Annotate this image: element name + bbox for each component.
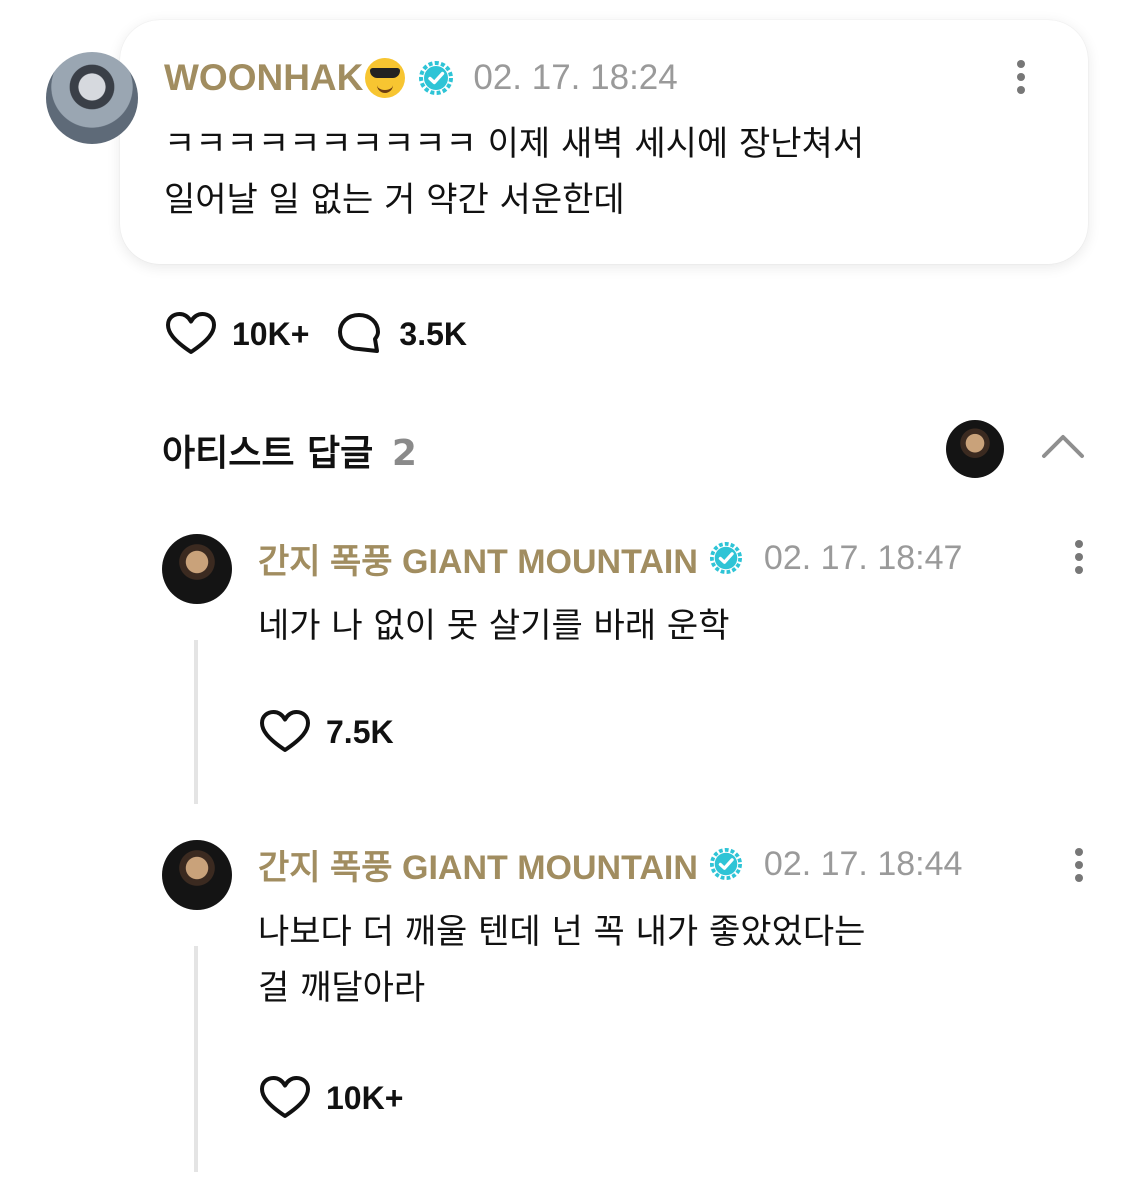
- reply-body-line-2: 걸 깨달아라: [258, 968, 426, 1008]
- reply-avatar[interactable]: [162, 840, 232, 910]
- reply-more-menu-icon[interactable]: [1074, 540, 1084, 579]
- like-heart-icon[interactable]: [258, 1074, 312, 1122]
- post-like-count: 10K+: [232, 315, 310, 352]
- reply-avatar[interactable]: [162, 534, 232, 604]
- reply-timestamp: 02. 17. 18:47: [763, 538, 963, 577]
- reply-body: 네가 나 없이 못 살기를 바래 운학: [258, 598, 1058, 654]
- post-body-line-1: ㅋㅋㅋㅋㅋㅋㅋㅋㅋㅋ 이제 새벽 세시에 장난쳐서: [164, 124, 865, 164]
- artist-replies-title: 아티스트 답글: [162, 433, 374, 474]
- comment-bubble-icon[interactable]: [335, 311, 383, 357]
- post-timestamp: 02. 17. 18:24: [473, 58, 678, 97]
- reply-timestamp: 02. 17. 18:44: [763, 844, 963, 883]
- reply-like-count: 7.5K: [326, 713, 394, 750]
- post-stats: 10K+ 3.5K: [164, 310, 467, 358]
- reply-author-name[interactable]: 간지 폭풍 GIANT MOUNTAIN: [258, 840, 698, 889]
- sunglasses-emoji-icon: [365, 58, 406, 98]
- reply-author-name[interactable]: 간지 폭풍 GIANT MOUNTAIN: [258, 534, 698, 583]
- post-more-menu-icon[interactable]: [1016, 60, 1026, 99]
- reply-header: 간지 폭풍 GIANT MOUNTAIN 02. 17. 18:47: [258, 534, 962, 582]
- reply-stats: 7.5K: [258, 708, 394, 756]
- like-heart-icon[interactable]: [164, 310, 218, 358]
- reply-body-line-1: 네가 나 없이 못 살기를 바래 운학: [258, 606, 730, 646]
- artist-replies-header: 아티스트 답글 2: [162, 424, 417, 476]
- reply-body: 나보다 더 깨울 텐데 넌 꼭 내가 좋았었다는 걸 깨달아라: [258, 904, 1078, 1016]
- reply-body-line-1: 나보다 더 깨울 텐데 넌 꼭 내가 좋았었다는: [258, 912, 866, 952]
- post-body-line-2: 일어날 일 없는 거 약간 서운한데: [164, 180, 625, 220]
- post-body: ㅋㅋㅋㅋㅋㅋㅋㅋㅋㅋ 이제 새벽 세시에 장난쳐서 일어날 일 없는 거 약간 …: [164, 116, 1064, 228]
- avatar-woonhak[interactable]: [46, 52, 138, 144]
- post-header: WOONHAK 02. 17. 18:24: [164, 52, 678, 104]
- verified-badge-icon: [709, 848, 742, 880]
- like-heart-icon[interactable]: [258, 708, 312, 756]
- thread-line: [194, 640, 198, 804]
- post-author-name[interactable]: WOONHAK: [164, 57, 363, 99]
- verified-badge-icon: [709, 542, 742, 574]
- reply-header: 간지 폭풍 GIANT MOUNTAIN 02. 17. 18:44: [258, 840, 962, 888]
- chevron-up-icon[interactable]: [1040, 432, 1086, 460]
- reply-more-menu-icon[interactable]: [1074, 848, 1084, 887]
- verified-badge-icon: [419, 61, 454, 95]
- reply-like-count: 10K+: [326, 1079, 404, 1116]
- post-comment-count: 3.5K: [399, 315, 467, 352]
- thread-line: [194, 946, 198, 1172]
- artist-avatar-mini: [946, 420, 1004, 478]
- artist-replies-count: 2: [391, 433, 417, 474]
- reply-stats: 10K+: [258, 1074, 403, 1122]
